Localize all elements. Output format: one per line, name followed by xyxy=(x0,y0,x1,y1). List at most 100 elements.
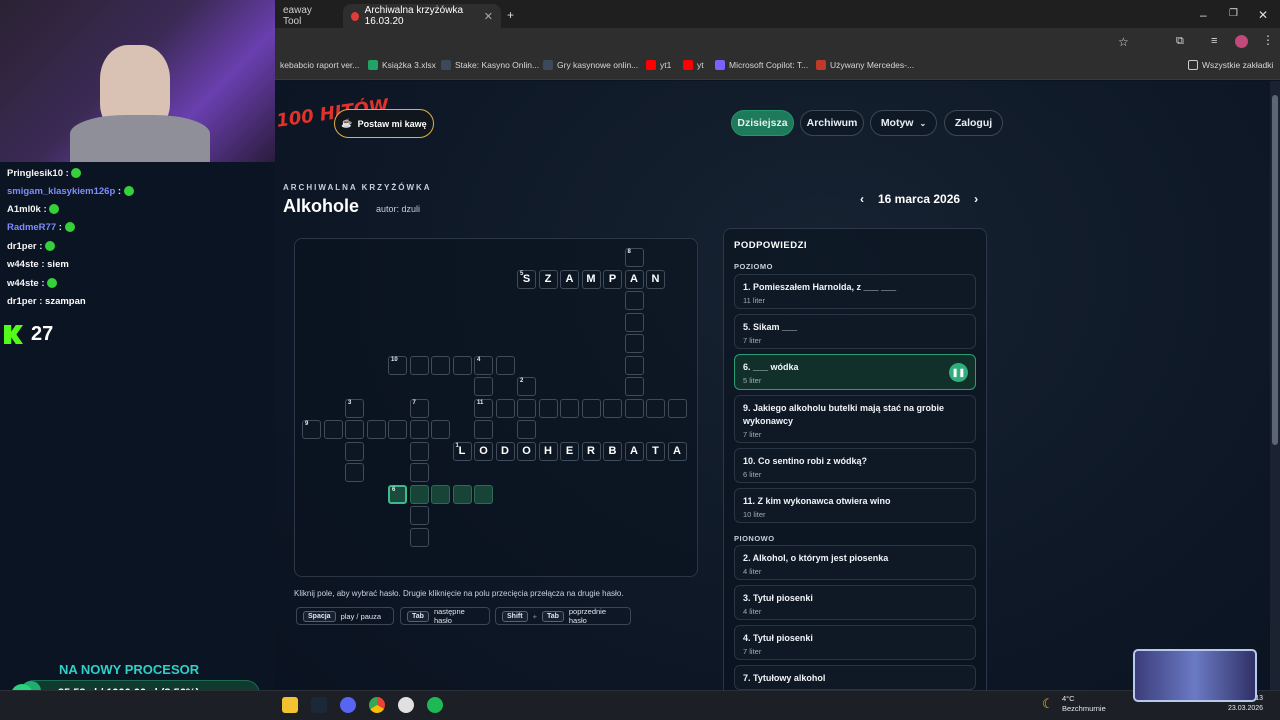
grid-cell[interactable] xyxy=(431,355,450,375)
grid-cell[interactable] xyxy=(345,463,364,482)
clue-across-1[interactable]: 1. Pomieszałem Harnolda, z ___ ___ 11 lit… xyxy=(734,274,976,309)
close-window-icon[interactable]: ✕ xyxy=(1258,8,1268,22)
grid-cell[interactable] xyxy=(624,398,644,418)
maximize-icon[interactable]: ❐ xyxy=(1229,8,1238,19)
grid-cell[interactable] xyxy=(667,398,687,418)
clue-across-10[interactable]: 10. Co sentino robi z wódką? 6 liter xyxy=(734,448,976,483)
pause-icon[interactable]: ❚❚ xyxy=(949,363,968,382)
grid-cell[interactable]: 4 xyxy=(474,355,493,375)
grid-cell[interactable]: O xyxy=(474,441,493,461)
grid-cell[interactable] xyxy=(603,398,622,418)
grid-cell[interactable] xyxy=(345,441,364,461)
bookmark-item[interactable]: Używany Mercedes-... xyxy=(816,60,914,70)
grid-cell[interactable] xyxy=(431,420,450,439)
grid-cell[interactable] xyxy=(517,420,536,439)
grid-cell[interactable]: P xyxy=(603,269,622,289)
grid-cell[interactable] xyxy=(646,398,665,418)
menu-dots-icon[interactable]: ⋮ xyxy=(1262,33,1274,47)
prev-date-icon[interactable]: ‹ xyxy=(860,192,864,206)
grid-cell[interactable]: A xyxy=(560,269,579,289)
grid-cell[interactable] xyxy=(409,463,429,482)
grid-cell[interactable]: D xyxy=(495,441,515,461)
grid-cell[interactable]: 9 xyxy=(302,420,321,439)
grid-cell[interactable] xyxy=(495,355,515,375)
steam-icon[interactable] xyxy=(311,697,327,713)
grid-cell[interactable] xyxy=(624,291,644,310)
grid-cell[interactable]: B xyxy=(603,441,622,461)
grid-cell[interactable] xyxy=(495,398,515,418)
grid-cell[interactable]: 11 xyxy=(474,398,493,418)
grid-cell[interactable]: A xyxy=(624,269,644,289)
nav-archive-button[interactable]: Archiwum xyxy=(800,110,864,136)
tab-giveaway[interactable]: eaway Tool xyxy=(275,4,340,28)
grid-cell[interactable] xyxy=(323,420,343,439)
grid-cell[interactable] xyxy=(409,420,429,439)
bookmark-item[interactable]: Książka 3.xlsx xyxy=(368,60,436,70)
grid-cell[interactable] xyxy=(388,420,407,439)
scrollbar-thumb[interactable] xyxy=(1272,95,1278,445)
grid-cell[interactable]: 8 xyxy=(624,248,644,267)
obs-icon[interactable] xyxy=(398,697,414,713)
clue-down-4[interactable]: 4. Tytuł piosenki 7 liter xyxy=(734,625,976,660)
grid-cell[interactable] xyxy=(581,398,601,418)
grid-cell[interactable]: H xyxy=(538,441,558,461)
extensions-icon[interactable]: ⧉ xyxy=(1176,35,1184,48)
star-bookmark-icon[interactable]: ☆ xyxy=(1118,35,1129,49)
clue-down-3[interactable]: 3. Tytuł piosenki 4 liter xyxy=(734,585,976,620)
grid-cell[interactable] xyxy=(517,398,536,418)
grid-cell[interactable]: 3 xyxy=(345,398,364,418)
grid-cell[interactable]: 6 xyxy=(388,484,407,504)
grid-cell[interactable] xyxy=(409,355,429,375)
grid-cell[interactable] xyxy=(366,420,386,439)
grid-cell[interactable] xyxy=(624,355,644,375)
chat-username[interactable]: RadmeR77 xyxy=(7,222,56,233)
file-explorer-icon[interactable] xyxy=(282,697,298,713)
all-bookmarks[interactable]: Wszystkie zakładki xyxy=(1188,60,1273,70)
grid-cell[interactable]: 7 xyxy=(409,398,429,418)
discord-icon[interactable] xyxy=(340,697,356,713)
grid-cell[interactable]: 2 xyxy=(517,377,536,396)
grid-cell[interactable] xyxy=(452,355,472,375)
grid-cell[interactable] xyxy=(538,398,558,418)
grid-cell[interactable]: Z xyxy=(538,269,558,289)
chat-username[interactable]: w44ste xyxy=(7,278,39,289)
clue-across-11[interactable]: 11. Z kim wykonawca otwiera wino 10 liter xyxy=(734,488,976,523)
grid-cell[interactable]: N xyxy=(646,269,665,289)
close-tab-icon[interactable]: ✕ xyxy=(484,10,493,23)
grid-cell[interactable]: 10 xyxy=(388,355,407,375)
grid-cell[interactable] xyxy=(409,484,429,504)
grid-cell[interactable] xyxy=(624,312,644,332)
grid-cell[interactable] xyxy=(431,484,450,504)
grid-cell[interactable] xyxy=(409,441,429,461)
grid-cell[interactable]: 1L xyxy=(452,441,472,461)
grid-cell[interactable]: 5S xyxy=(517,269,536,289)
bookmark-item[interactable]: Gry kasynowe onlin... xyxy=(543,60,638,70)
grid-cell[interactable] xyxy=(474,484,493,504)
clue-across-6[interactable]: 6. ___ wódka 5 liter xyxy=(734,354,976,390)
chat-username[interactable]: A1ml0k xyxy=(7,204,41,215)
minimize-icon[interactable]: – xyxy=(1200,8,1207,22)
profile-avatar[interactable] xyxy=(1235,35,1248,48)
grid-cell[interactable]: R xyxy=(581,441,601,461)
weather-widget[interactable]: 4°C Bezchmurnie xyxy=(1062,694,1106,714)
grid-cell[interactable] xyxy=(409,506,429,525)
bookmark-item[interactable]: yt1 xyxy=(646,60,671,70)
clue-across-5[interactable]: 5. Sikam ___ 7 liter xyxy=(734,314,976,349)
grid-cell[interactable] xyxy=(452,484,472,504)
grid-cell[interactable] xyxy=(409,527,429,547)
grid-cell[interactable]: E xyxy=(560,441,579,461)
chat-username[interactable]: smigam_klasykiem126p xyxy=(7,186,115,197)
clue-down-2[interactable]: 2. Alkohol, o którym jest piosenka 4 lite… xyxy=(734,545,976,580)
grid-cell[interactable] xyxy=(560,398,579,418)
grid-cell[interactable]: A xyxy=(667,441,687,461)
nav-today-button[interactable]: Dzisiejsza xyxy=(731,110,794,136)
grid-cell[interactable] xyxy=(624,334,644,353)
bookmark-item[interactable]: yt xyxy=(683,60,704,70)
grid-cell[interactable]: A xyxy=(624,441,644,461)
nav-login-button[interactable]: Zaloguj xyxy=(944,110,1003,136)
grid-cell[interactable] xyxy=(474,377,493,396)
nav-theme-dropdown[interactable]: Motyw ⌄ xyxy=(870,110,937,136)
chat-username[interactable]: dr1per xyxy=(7,296,37,307)
buy-coffee-button[interactable]: ☕ Postaw mi kawę xyxy=(334,109,434,138)
new-tab-icon[interactable]: + xyxy=(507,8,514,22)
